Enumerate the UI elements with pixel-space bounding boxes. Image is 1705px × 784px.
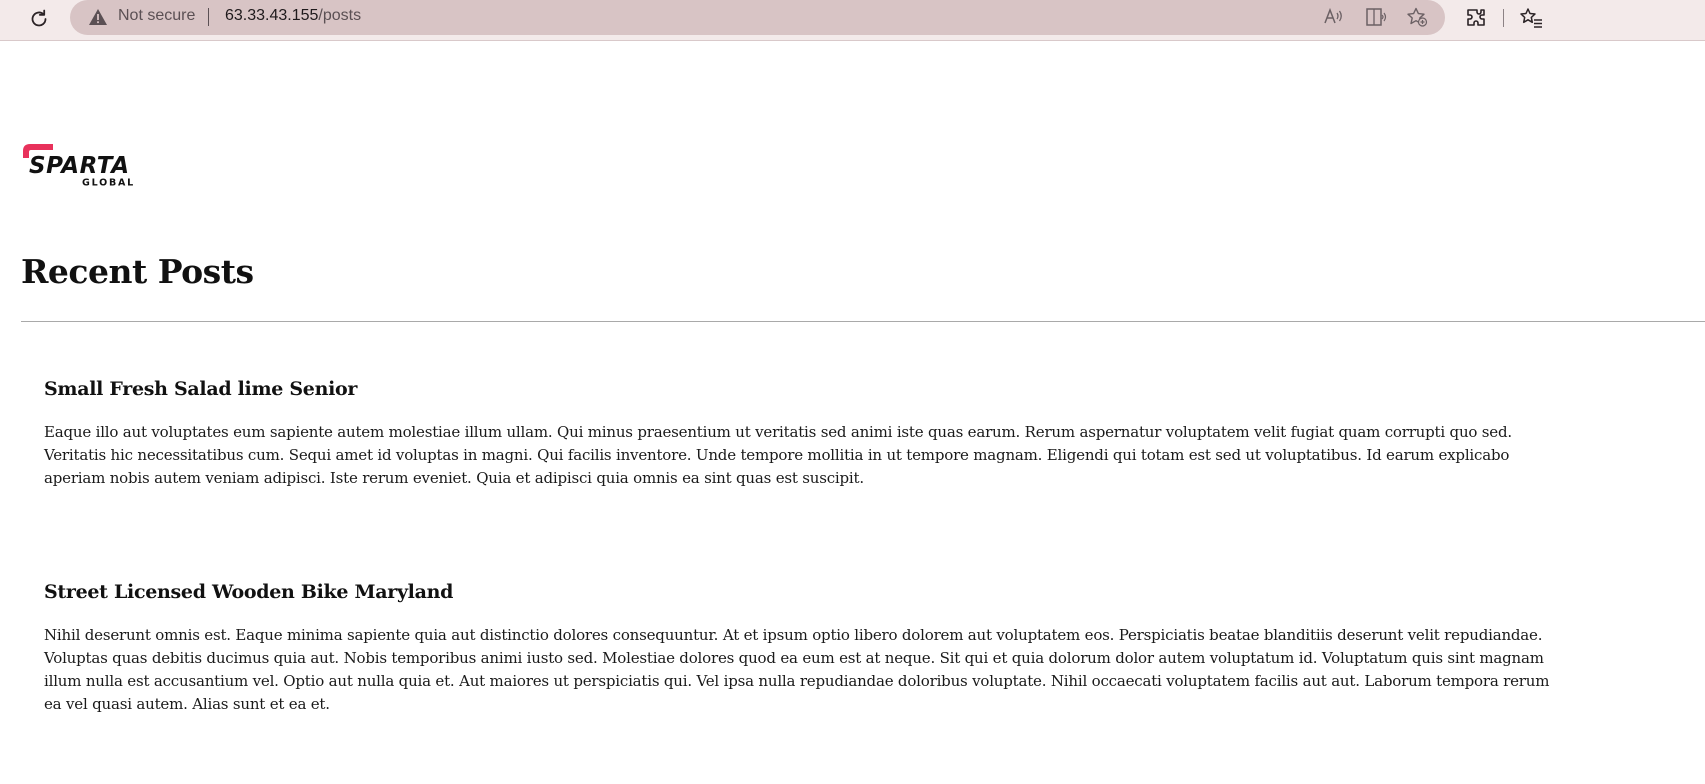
- address-separator: [208, 8, 209, 26]
- svg-text:SPARTA: SPARTA: [29, 153, 130, 179]
- toolbar-separator: [1503, 9, 1504, 27]
- url-host: 63.33.43.155: [225, 7, 319, 24]
- url-text[interactable]: 63.33.43.155/posts: [225, 7, 361, 25]
- browser-toolbar: Not secure 63.33.43.155/posts: [0, 0, 1705, 41]
- post-title[interactable]: Small Fresh Salad lime Senior: [44, 378, 1559, 400]
- extensions-icon[interactable]: [1463, 6, 1489, 30]
- post-body: Eaque illo aut voluptates eum sapiente a…: [44, 423, 1512, 487]
- immersive-reader-icon[interactable]: [1364, 6, 1388, 28]
- post-title[interactable]: Street Licensed Wooden Bike Maryland: [44, 581, 1559, 603]
- svg-text:GLOBAL: GLOBAL: [82, 178, 135, 189]
- add-favorite-icon[interactable]: [1405, 6, 1429, 28]
- post-body: Nihil deserunt omnis est. Eaque minima s…: [44, 626, 1550, 713]
- warning-icon[interactable]: [88, 8, 108, 26]
- title-divider: [21, 321, 1705, 322]
- security-status[interactable]: Not secure: [118, 7, 195, 25]
- page-title: Recent Posts: [21, 252, 254, 291]
- read-aloud-icon[interactable]: [1322, 6, 1346, 28]
- favorites-icon[interactable]: [1519, 6, 1545, 30]
- post-card: Small Fresh Salad lime Senior Eaque illo…: [44, 378, 1559, 490]
- post-card: Street Licensed Wooden Bike Maryland Nih…: [44, 581, 1559, 716]
- url-path: /posts: [318, 7, 362, 24]
- reload-icon[interactable]: [26, 6, 52, 32]
- sparta-global-logo[interactable]: SPARTA GLOBAL: [21, 142, 143, 190]
- address-bar[interactable]: Not secure 63.33.43.155/posts: [70, 0, 1445, 35]
